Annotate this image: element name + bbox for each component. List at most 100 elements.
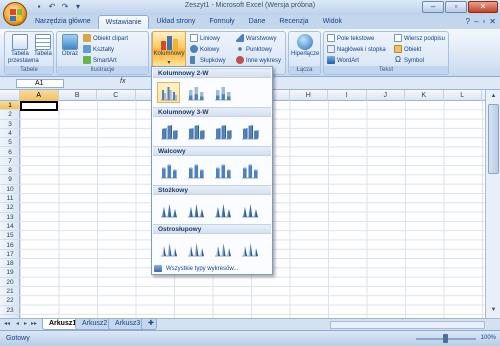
vertical-scroll-thumb[interactable] — [488, 104, 499, 174]
sheet-nav-first-icon[interactable]: ◂◂ — [4, 320, 10, 327]
clipart-button[interactable]: Obiekt clipart — [83, 34, 128, 44]
pivot-table-button[interactable]: Tabela przestawna — [8, 34, 39, 65]
table-button[interactable]: Tabela — [33, 34, 53, 58]
header-footer-button[interactable]: Nagłówek i stopka — [327, 45, 386, 55]
active-cell-a1[interactable] — [20, 101, 58, 111]
hyperlink-button[interactable]: Hiperłącze — [291, 34, 319, 58]
pyramid-clustered-icon[interactable] — [157, 238, 180, 259]
row-header-8[interactable]: 8 — [0, 166, 20, 176]
scroll-down-icon[interactable]: ▼ — [488, 305, 499, 315]
sheet-nav-prev-icon[interactable]: ◂ — [16, 320, 19, 327]
3d-100-stacked-column-icon[interactable] — [211, 121, 234, 142]
cylinder-stacked-icon[interactable] — [184, 160, 207, 181]
help-icon[interactable]: ? — [466, 17, 470, 26]
column-chart-button[interactable]: Kolumnowy ▾ — [152, 31, 186, 67]
close-button[interactable]: ✕ — [468, 1, 498, 13]
bar-chart-button[interactable]: Słupkowy — [190, 56, 226, 66]
picture-button[interactable]: Obraz — [60, 34, 80, 58]
3d-stacked-column-icon[interactable] — [184, 121, 207, 142]
cone-100-stacked-icon[interactable] — [211, 199, 234, 220]
signature-line-button[interactable]: Wiersz podpisu — [394, 34, 445, 44]
wordart-button[interactable]: WordArt — [327, 56, 359, 66]
all-chart-types-button[interactable]: Wszystkie typy wykresów... — [154, 265, 238, 274]
fx-icon[interactable]: fx — [120, 78, 125, 85]
pyramid-stacked-icon[interactable] — [184, 238, 207, 259]
tab-narzedzia-glowne[interactable]: Narzędzia główne — [28, 15, 98, 29]
3d-clustered-column-icon[interactable] — [157, 121, 180, 142]
name-box[interactable]: A1 — [16, 79, 64, 88]
smartart-button[interactable]: SmartArt — [83, 56, 117, 66]
row-header-4[interactable]: 4 — [0, 129, 20, 139]
cylinder-clustered-icon[interactable] — [157, 160, 180, 181]
row-header-15[interactable]: 15 — [0, 231, 20, 241]
row-header-2[interactable]: 2 — [0, 110, 20, 120]
pie-chart-button[interactable]: Kołowy — [190, 45, 219, 55]
pyramid-3d-icon[interactable] — [238, 238, 261, 259]
row-header-3[interactable]: 3 — [0, 120, 20, 129]
shapes-button[interactable]: Kształty — [83, 45, 114, 55]
cone-clustered-icon[interactable] — [157, 199, 180, 220]
row-header-18[interactable]: 18 — [0, 259, 20, 269]
tab-formuly[interactable]: Formuły — [202, 15, 241, 29]
doc-close-icon[interactable]: ✕ — [489, 17, 496, 26]
stacked-column-icon[interactable] — [184, 82, 207, 103]
column-header-c[interactable]: C — [97, 90, 136, 101]
tab-uklad-strony[interactable]: Układ strony — [149, 15, 202, 29]
select-all-corner[interactable] — [0, 90, 20, 101]
line-chart-button[interactable]: Liniowy — [190, 34, 220, 44]
row-header-14[interactable]: 14 — [0, 222, 20, 232]
scatter-chart-button[interactable]: Punktowy — [236, 45, 272, 55]
office-button[interactable] — [3, 2, 27, 26]
clustered-column-icon[interactable] — [157, 82, 180, 103]
object-button[interactable]: Obiekt — [394, 45, 421, 55]
pyramid-100-stacked-icon[interactable] — [211, 238, 234, 259]
column-header-h[interactable]: H — [290, 90, 328, 101]
maximize-button[interactable]: ▫ — [445, 1, 467, 13]
horizontal-scrollbar[interactable] — [330, 321, 485, 329]
row-header-23[interactable]: 23 — [0, 306, 20, 315]
column-header-i[interactable]: I — [328, 90, 367, 101]
3d-column-icon[interactable] — [238, 121, 261, 142]
row-header-13[interactable]: 13 — [0, 213, 20, 222]
row-header-19[interactable]: 19 — [0, 268, 20, 278]
row-header-1[interactable]: 1 — [0, 101, 20, 111]
row-header-6[interactable]: 6 — [0, 148, 20, 157]
cone-3d-icon[interactable] — [238, 199, 261, 220]
row-header-11[interactable]: 11 — [0, 194, 20, 204]
cylinder-3d-icon[interactable] — [238, 160, 261, 181]
sheet-nav-last-icon[interactable]: ▸▸ — [31, 320, 37, 327]
row-header-20[interactable]: 20 — [0, 278, 20, 287]
column-header-l[interactable]: L — [444, 90, 482, 101]
100-stacked-column-icon[interactable] — [211, 82, 234, 103]
vertical-scrollbar[interactable]: ▲ ▼ — [485, 90, 500, 318]
column-header-b[interactable]: B — [59, 90, 97, 101]
row-header-22[interactable]: 22 — [0, 296, 20, 306]
cone-stacked-icon[interactable] — [184, 199, 207, 220]
row-header-17[interactable]: 17 — [0, 250, 20, 260]
row-header-10[interactable]: 10 — [0, 185, 20, 194]
row-header-16[interactable]: 16 — [0, 241, 20, 250]
doc-restore-icon[interactable]: ▫ — [482, 17, 485, 26]
row-header-9[interactable]: 9 — [0, 175, 20, 185]
other-charts-button[interactable]: Inne wykresy — [236, 56, 281, 66]
row-header-5[interactable]: 5 — [0, 138, 20, 148]
row-header-21[interactable]: 21 — [0, 287, 20, 297]
row-header-7[interactable]: 7 — [0, 157, 20, 167]
tab-wstawianie[interactable]: Wstawianie — [97, 15, 150, 29]
area-chart-button[interactable]: Warstwowy — [236, 34, 276, 44]
column-header-a[interactable]: A — [20, 90, 59, 101]
text-box-button[interactable]: Pole tekstowe — [327, 34, 374, 44]
minimize-button[interactable]: – — [422, 1, 444, 13]
cylinder-100-stacked-icon[interactable] — [211, 160, 234, 181]
scroll-up-icon[interactable]: ▲ — [488, 91, 499, 101]
insert-sheet-icon[interactable]: ✚ — [141, 319, 157, 330]
tab-dane[interactable]: Dane — [242, 15, 273, 29]
zoom-level[interactable]: 100% — [481, 335, 496, 341]
sheet-nav-next-icon[interactable]: ▸ — [24, 320, 27, 327]
symbol-button[interactable]: Ω Symbol — [394, 56, 424, 66]
doc-minimize-icon[interactable]: – — [474, 17, 478, 26]
column-header-j[interactable]: J — [367, 90, 405, 101]
tab-widok[interactable]: Widok — [316, 15, 349, 29]
column-header-k[interactable]: K — [405, 90, 444, 101]
tab-recenzja[interactable]: Recenzja — [272, 15, 315, 29]
